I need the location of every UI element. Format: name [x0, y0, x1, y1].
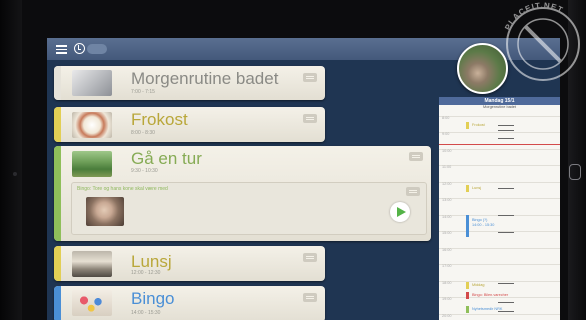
calendar-event-line — [498, 283, 514, 284]
current-time-line — [439, 144, 560, 145]
hour-row: 12:00 — [439, 182, 560, 186]
hour-label: 9:00 — [442, 132, 450, 136]
day-calendar: Mandag 15/1 Morgenrutine badet 8:00 9:00… — [439, 97, 560, 320]
activity-description: Bingo: Tore og hans kone skal være med — [77, 186, 168, 192]
clock-icon[interactable] — [74, 43, 85, 54]
menu-icon[interactable] — [56, 45, 67, 54]
note-icon[interactable] — [303, 73, 317, 82]
activity-title: Lunsj — [131, 252, 172, 271]
activity-time: 12:00 - 12:30 — [131, 270, 161, 276]
hour-row: 9:00 — [439, 132, 560, 136]
calendar-event-line — [498, 302, 514, 303]
hour-label: 18:00 — [442, 281, 452, 285]
calendar-event-marker[interactable] — [466, 306, 469, 313]
calendar-date-header: Mandag 15/1 — [439, 97, 560, 105]
calendar-event-marker[interactable] — [466, 185, 469, 192]
calendar-event-marker[interactable] — [466, 122, 469, 129]
calendar-subheader: Morgenrutine badet — [483, 105, 516, 109]
hour-label: 15:00 — [442, 231, 452, 235]
activity-time: 8:00 - 8:30 — [131, 130, 155, 136]
hour-label: 16:00 — [442, 248, 452, 252]
calendar-event-marker[interactable] — [466, 292, 469, 299]
hour-label: 10:00 — [442, 149, 452, 153]
hour-label: 14:00 — [442, 215, 452, 219]
hour-label: 20:00 — [442, 314, 452, 318]
lunch-table-thumbnail — [72, 251, 112, 277]
calendar-event-label: Frokost — [472, 123, 485, 127]
hour-row: 18:00 — [439, 281, 560, 285]
calendar-event-line — [498, 130, 514, 131]
hour-label: 12:00 — [442, 182, 452, 186]
activity-detail-panel: Bingo: Tore og hans kone skal være med — [71, 182, 427, 235]
activity-card-ga-en-tur[interactable]: Gå en tur 9:30 - 10:30 Bingo: Tore og ha… — [54, 146, 431, 241]
note-icon[interactable] — [303, 253, 317, 262]
activity-card-morgenrutine[interactable]: Morgenrutine badet 7:00 - 7:15 — [54, 66, 325, 100]
hour-row: 17:00 — [439, 264, 560, 268]
park-thumbnail — [72, 151, 112, 177]
note-icon[interactable] — [409, 152, 423, 161]
activity-card-bingo[interactable]: Bingo 14:00 - 15:30 — [54, 286, 325, 320]
hour-row: 11:00 — [439, 165, 560, 169]
activity-card-lunsj[interactable]: Lunsj 12:00 - 12:30 — [54, 246, 325, 281]
activity-title: Bingo — [131, 289, 175, 308]
hour-row: 8:00 — [439, 116, 560, 120]
calendar-event-label: Bingo: Bilen.varecher — [472, 293, 509, 297]
calendar-event-line — [498, 215, 514, 216]
calendar-event-line — [498, 188, 514, 189]
calendar-event-marker[interactable] — [466, 215, 469, 237]
note-icon[interactable] — [303, 114, 317, 123]
calendar-event-line — [498, 232, 514, 233]
watermark-text: PLACEIT.NET — [503, 1, 564, 32]
calendar-event-marker[interactable] — [466, 282, 469, 289]
activity-color-bar — [54, 286, 61, 320]
svg-text:PLACEIT.NET: PLACEIT.NET — [503, 1, 565, 32]
hour-label: 17:00 — [442, 264, 452, 268]
hour-row: 16:00 — [439, 248, 560, 252]
breakfast-thumbnail — [72, 112, 112, 138]
activity-title: Morgenrutine badet — [131, 69, 279, 88]
hour-label: 11:00 — [442, 165, 452, 169]
note-icon[interactable] — [303, 293, 317, 302]
note-icon[interactable] — [406, 187, 420, 196]
tablet-bezel-left — [0, 0, 22, 320]
activity-color-bar — [54, 66, 61, 100]
activity-color-bar — [54, 146, 61, 241]
hour-label: 13:00 — [442, 198, 452, 202]
activity-time: 14:00 - 15:30 — [131, 310, 161, 316]
activity-card-frokost[interactable]: Frokost 8:00 - 8:30 — [54, 107, 325, 142]
calendar-event-line — [498, 138, 514, 139]
calendar-event-line — [498, 311, 514, 312]
view-toggle[interactable] — [87, 44, 107, 54]
activity-time: 9:30 - 10:30 — [131, 168, 158, 174]
hour-row: 10:00 — [439, 149, 560, 153]
activity-time: 7:00 - 7:15 — [131, 89, 155, 95]
hour-row: 19:00 — [439, 297, 560, 301]
hour-label: 19:00 — [442, 297, 452, 301]
watermark-stamp: PLACEIT.NET — [503, 1, 580, 81]
activity-title: Frokost — [131, 110, 188, 129]
calendar-event-label: Bingo (?) — [472, 218, 488, 222]
bathroom-thumbnail — [72, 70, 112, 96]
activity-title: Gå en tur — [131, 149, 202, 168]
activity-color-bar — [54, 107, 61, 142]
bingo-balls-thumbnail — [72, 290, 112, 316]
participant-photo — [86, 197, 124, 226]
calendar-event-line — [498, 125, 514, 126]
hour-row: 13:00 — [439, 198, 560, 202]
activity-color-bar — [54, 246, 61, 281]
hour-label: 8:00 — [442, 116, 450, 120]
camera-icon — [13, 172, 17, 176]
calendar-event-time: 14:00 - 15:30 — [472, 223, 495, 227]
hour-row: 20:00 — [439, 314, 560, 318]
play-button-icon[interactable] — [390, 202, 410, 222]
calendar-event-label: Middag — [472, 283, 485, 287]
calendar-event-label: Lunsj — [472, 186, 482, 190]
home-button-icon[interactable] — [569, 164, 581, 180]
